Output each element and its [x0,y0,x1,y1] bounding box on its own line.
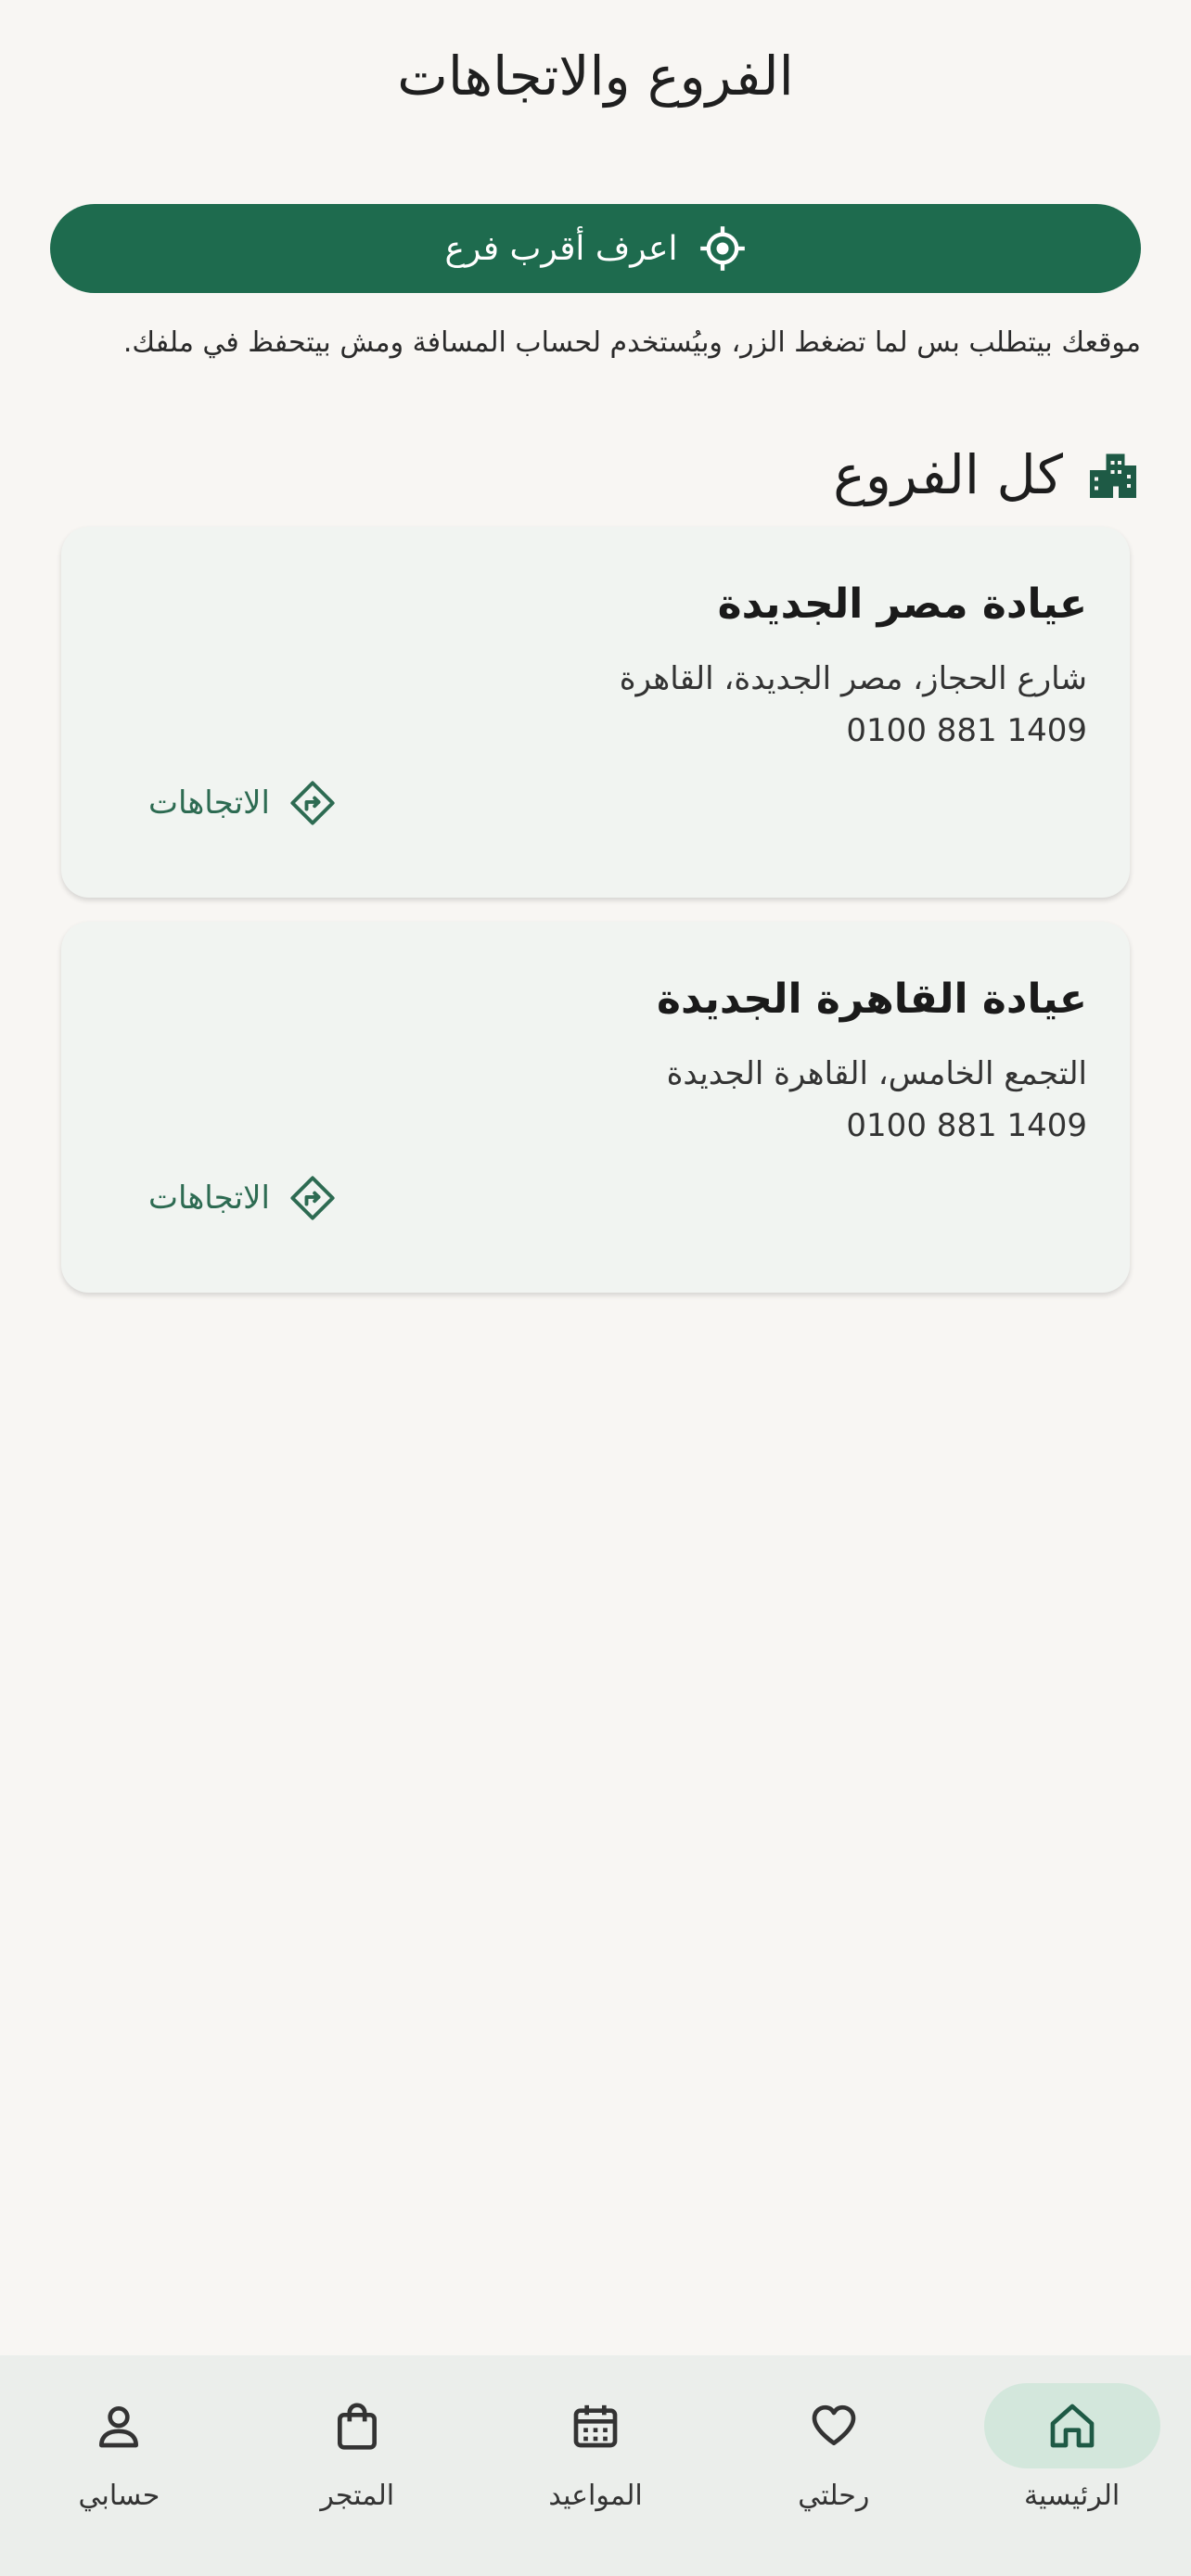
directions-link[interactable]: الاتجاهات [148,779,337,827]
page-title: الفروع والاتجاهات [397,45,794,108]
directions-label: الاتجاهات [148,784,270,822]
branch-card[interactable]: عيادة القاهرة الجديدة التجمع الخامس، الق… [61,922,1130,1293]
nav-item-home[interactable]: الرئيسية [953,2355,1191,2576]
shopping-bag-icon [338,2403,378,2450]
buildings-icon [1090,453,1136,498]
directions-label: الاتجاهات [148,1180,270,1217]
my-location-icon [699,226,745,271]
branch-address: التجمع الخامس، القاهرة الجديدة [666,1055,1087,1092]
branch-phone[interactable]: 0100 881 1409 [846,1107,1087,1144]
nav-item-store[interactable]: المتجر [238,2355,477,2576]
calendar-icon [573,2404,618,2448]
all-branches-header: كل الفروع [833,443,1141,506]
branch-card[interactable]: عيادة مصر الجديدة شارع الحجاز، مصر الجدي… [61,527,1130,898]
nav-label-journey: رحلتي [798,2480,870,2512]
branch-address: شارع الحجاز، مصر الجديدة، القاهرة [619,660,1087,697]
nav-active-indicator [983,2383,1160,2468]
nav-item-journey[interactable]: رحلتي [714,2355,953,2576]
heart-icon [812,2404,856,2445]
person-icon [99,2406,139,2448]
branch-name: عيادة مصر الجديدة [717,580,1087,628]
section-title: كل الفروع [833,443,1063,506]
nav-label-home: الرئيسية [1023,2480,1121,2512]
directions-icon [290,781,335,825]
find-nearest-branch-label: اعرف أقرب فرع [444,229,678,268]
directions-link[interactable]: الاتجاهات [148,1174,337,1222]
location-privacy-note: موقعك بيتطلب بس لما تضغط الزر، وبيُستخدم… [122,326,1141,359]
nav-item-appointments[interactable]: المواعيد [477,2355,715,2576]
nav-label-account: حسابي [78,2480,160,2512]
directions-icon [290,1176,335,1220]
branch-name: عيادة القاهرة الجديدة [656,976,1087,1023]
branch-phone[interactable]: 0100 881 1409 [846,712,1087,749]
nav-label-store: المتجر [320,2480,395,2512]
nav-item-account[interactable]: حسابي [0,2355,238,2576]
bottom-navigation: الرئيسية رحلتي المواعيد المتجر حسابي [0,2355,1191,2576]
find-nearest-branch-button[interactable]: اعرف أقرب فرع [50,204,1141,293]
home-icon [1050,2404,1094,2448]
nav-label-appointments: المواعيد [548,2480,643,2512]
